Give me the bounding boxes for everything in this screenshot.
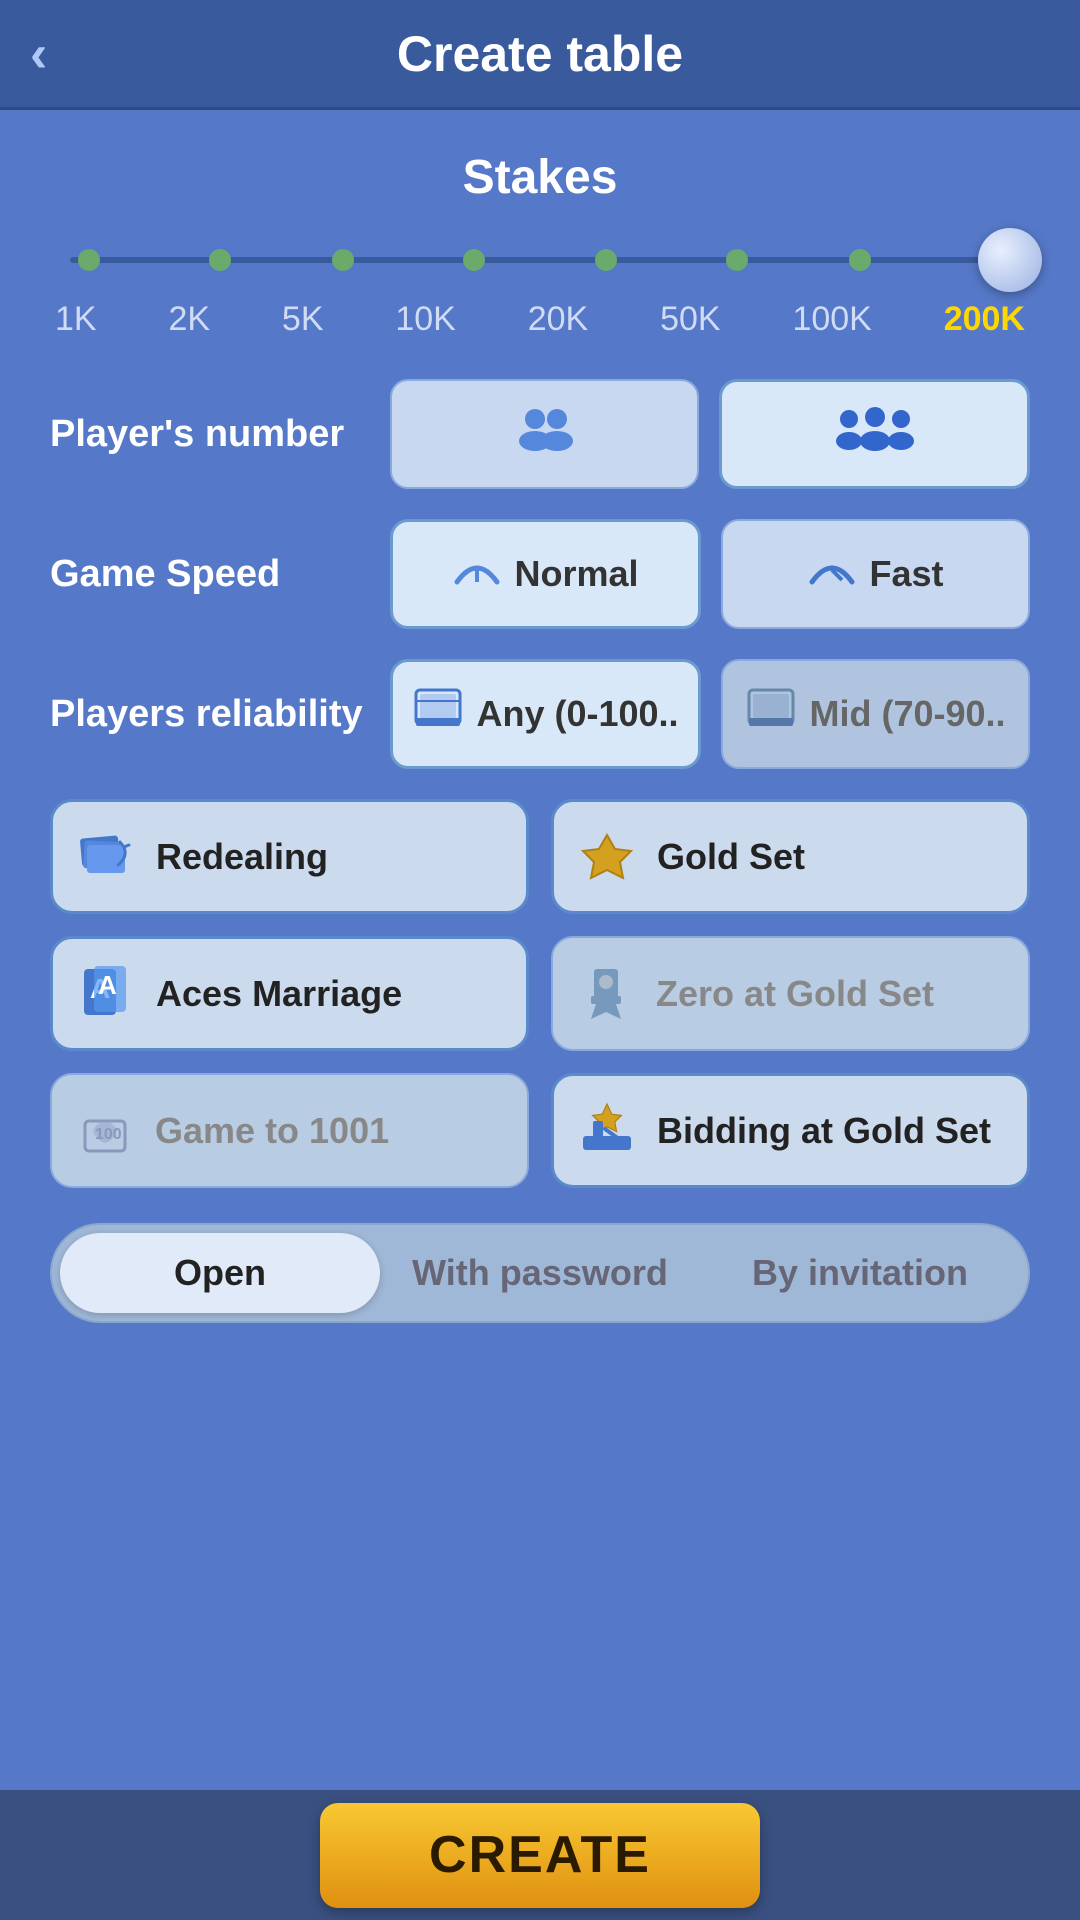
game-to-1001-icon: 100 [72, 1098, 137, 1163]
bidding-at-gold-set-button[interactable]: Bidding at Gold Set [551, 1073, 1030, 1188]
password-access-button[interactable]: With password [380, 1233, 700, 1313]
stake-20k: 20K [528, 300, 589, 339]
main-content: Stakes 1K 2K 5K 10K 20K 50K 100K 200K Pl… [0, 110, 1080, 1810]
players-number-row: Player's number [50, 379, 1030, 489]
mid-reliability-button[interactable]: Mid (70-90.. [721, 659, 1030, 769]
svg-text:A: A [98, 970, 117, 1000]
slider-stop-100k [849, 249, 871, 271]
access-selector: Open With password By invitation [50, 1223, 1030, 1323]
fast-speed-button[interactable]: Fast [721, 519, 1030, 629]
game-to-1001-label: Game to 1001 [155, 1110, 389, 1152]
normal-speed-label: Normal [514, 553, 638, 595]
stake-5k: 5K [282, 300, 324, 339]
gold-set-label: Gold Set [657, 836, 805, 878]
invitation-access-label: By invitation [752, 1252, 968, 1294]
header: ‹ Create table [0, 0, 1080, 110]
stake-100k: 100K [792, 300, 871, 339]
slider-stop-20k [595, 249, 617, 271]
two-players-icon [515, 405, 575, 464]
bidding-at-gold-set-label: Bidding at Gold Set [657, 1110, 991, 1152]
redealing-icon [73, 824, 138, 889]
game-to-1001-button[interactable]: 100 Game to 1001 [50, 1073, 529, 1188]
three-players-icon [835, 405, 915, 464]
fast-speed-label: Fast [869, 553, 943, 595]
players-reliability-label: Players reliability [50, 693, 390, 736]
mid-reliability-label: Mid (70-90.. [809, 693, 1005, 735]
page-title: Create table [397, 25, 683, 83]
slider-stop-1k [78, 249, 100, 271]
bidding-at-gold-set-icon [574, 1098, 639, 1163]
mid-reliability-icon [745, 686, 797, 743]
open-access-button[interactable]: Open [60, 1233, 380, 1313]
create-button[interactable]: CREATE [320, 1803, 760, 1908]
slider-stop-5k [332, 249, 354, 271]
slider-stop-2k [209, 249, 231, 271]
slider-labels: 1K 2K 5K 10K 20K 50K 100K 200K [50, 300, 1030, 339]
slider-stop-10k [463, 249, 485, 271]
zero-at-gold-set-button[interactable]: Zero at Gold Set [551, 936, 1030, 1051]
open-access-label: Open [174, 1252, 266, 1294]
svg-text:100: 100 [95, 1126, 122, 1143]
stake-200k: 200K [944, 300, 1025, 339]
normal-speed-icon [452, 552, 502, 597]
stake-2k: 2K [168, 300, 210, 339]
zero-at-gold-set-label: Zero at Gold Set [656, 973, 934, 1015]
stake-10k: 10K [395, 300, 456, 339]
players-number-buttons [390, 379, 1030, 489]
stakes-title: Stakes [50, 150, 1030, 205]
gold-set-button[interactable]: Gold Set [551, 799, 1030, 914]
slider-stop-50k [726, 249, 748, 271]
game-speed-buttons: Normal Fast [390, 519, 1030, 629]
zero-at-gold-set-icon [573, 961, 638, 1026]
redealing-label: Redealing [156, 836, 328, 878]
players-number-label: Player's number [50, 413, 390, 456]
game-options-grid: Redealing Gold Set A A Aces Marriage [50, 799, 1030, 1188]
fast-speed-icon [807, 552, 857, 597]
gold-set-icon [574, 824, 639, 889]
back-button[interactable]: ‹ [30, 24, 47, 84]
stake-1k: 1K [55, 300, 97, 339]
game-speed-label: Game Speed [50, 553, 390, 596]
stake-50k: 50K [660, 300, 721, 339]
two-players-button[interactable] [390, 379, 699, 489]
password-access-label: With password [412, 1252, 668, 1294]
three-players-button[interactable] [719, 379, 1030, 489]
stakes-slider[interactable] [50, 235, 1030, 285]
aces-marriage-icon: A A [73, 961, 138, 1026]
aces-marriage-label: Aces Marriage [156, 973, 402, 1015]
game-speed-row: Game Speed Normal Fast [50, 519, 1030, 629]
normal-speed-button[interactable]: Normal [390, 519, 701, 629]
invitation-access-button[interactable]: By invitation [700, 1233, 1020, 1313]
players-reliability-buttons: Any (0-100.. Mid (70-90.. [390, 659, 1030, 769]
any-reliability-button[interactable]: Any (0-100.. [390, 659, 701, 769]
bottom-bar: CREATE [0, 1790, 1080, 1920]
any-reliability-icon [412, 686, 464, 743]
any-reliability-label: Any (0-100.. [476, 693, 678, 735]
aces-marriage-button[interactable]: A A Aces Marriage [50, 936, 529, 1051]
slider-thumb[interactable] [978, 228, 1042, 292]
players-reliability-row: Players reliability Any (0-100.. [50, 659, 1030, 769]
redealing-button[interactable]: Redealing [50, 799, 529, 914]
